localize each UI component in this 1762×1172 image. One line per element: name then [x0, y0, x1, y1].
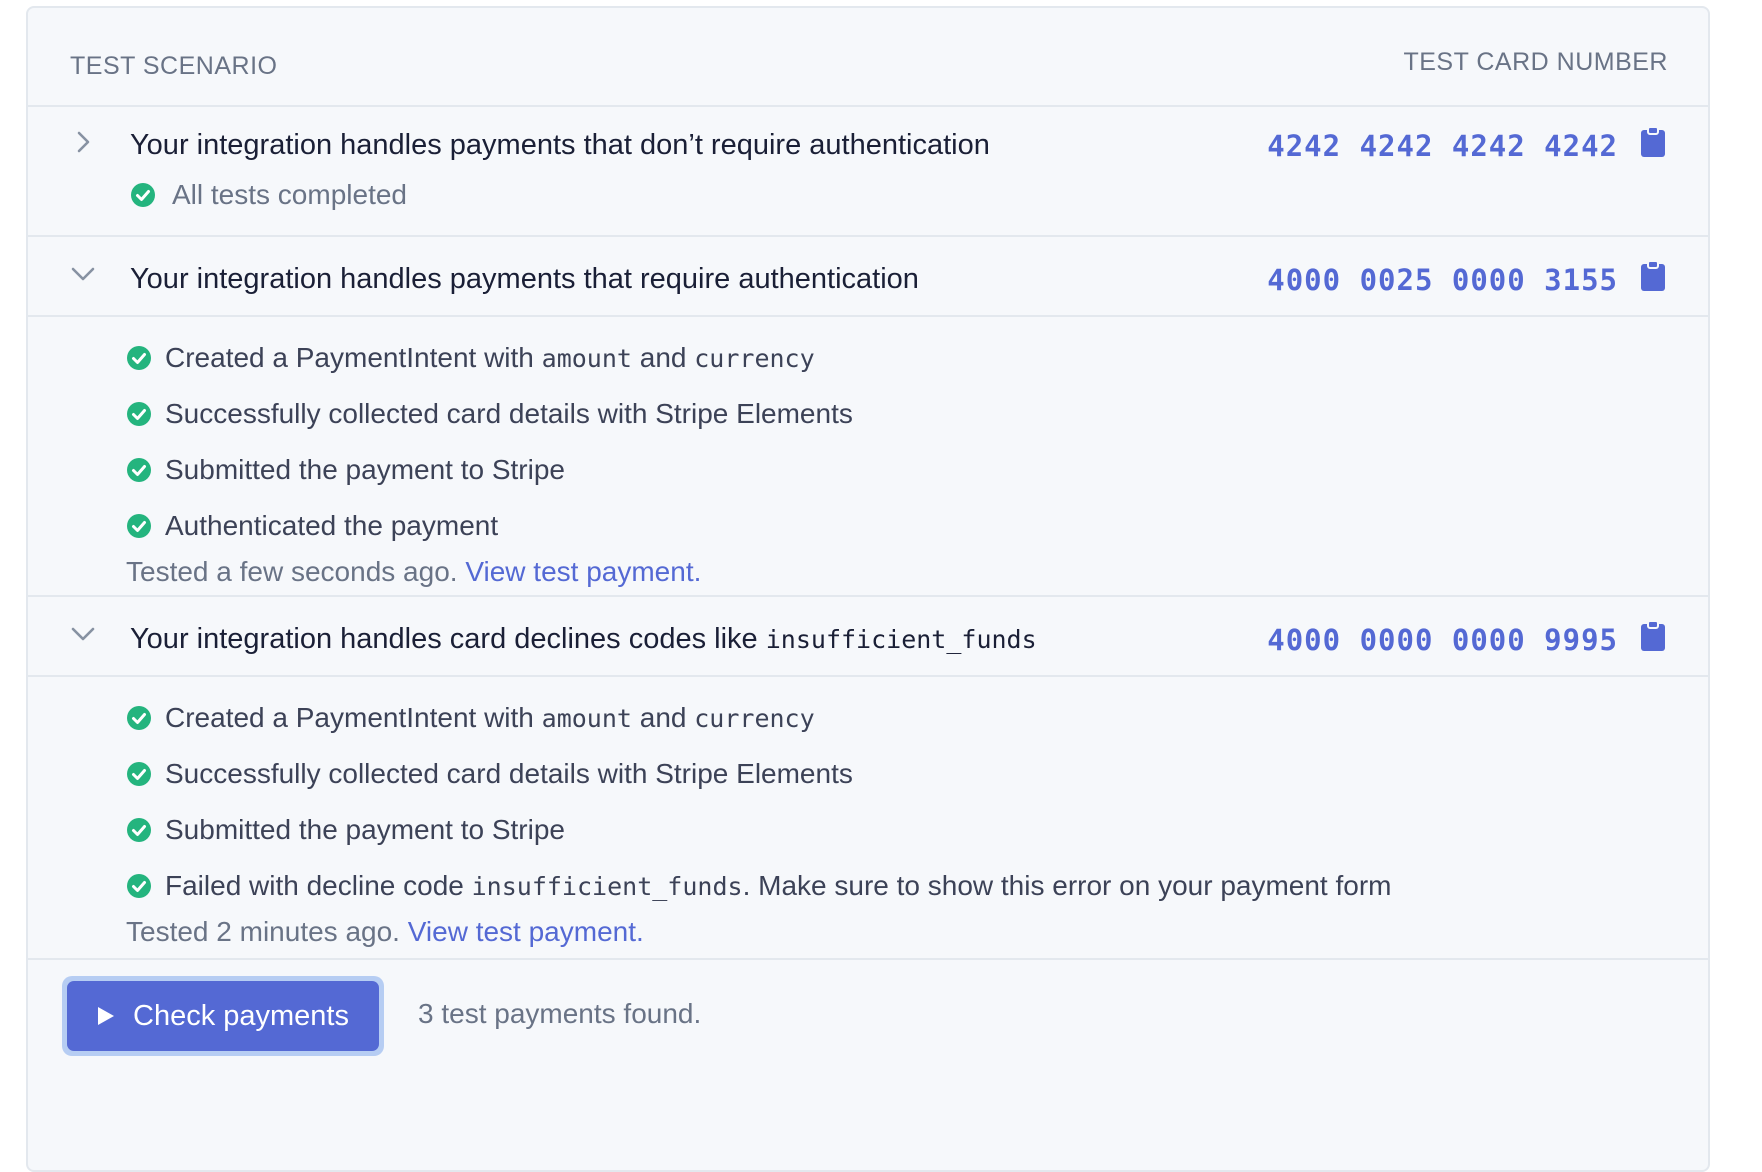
list-item: Created a PaymentIntent with amount and …: [126, 330, 1708, 386]
scenario-details: Created a PaymentIntent with amount and …: [28, 315, 1708, 595]
scenario-row-auth: Your integration handles payments that r…: [28, 237, 1708, 597]
status-line: All tests completed: [130, 179, 407, 211]
chevron-down-icon[interactable]: [70, 261, 96, 287]
list-item: Failed with decline code insufficient_fu…: [126, 858, 1708, 914]
list-item: Created a PaymentIntent with amount and …: [126, 690, 1708, 746]
chevron-right-icon[interactable]: [70, 129, 96, 155]
tested-line: Tested 2 minutes ago. View test payment.: [126, 916, 1708, 948]
scenario-row-declines: Your integration handles card declines c…: [28, 597, 1708, 960]
check-payments-button[interactable]: Check payments: [67, 981, 379, 1051]
check-circle-icon: [126, 817, 152, 843]
check-payments-focus-ring: Check payments: [62, 976, 384, 1056]
list-item: Successfully collected card details with…: [126, 386, 1708, 442]
step-text: Successfully collected card details with…: [165, 758, 853, 789]
step-text: and: [631, 702, 695, 733]
view-test-payment-link[interactable]: View test payment.: [465, 556, 701, 587]
scenario-title: Your integration handles payments that r…: [130, 263, 919, 295]
step-text: . Make sure to show this error on your p…: [742, 870, 1392, 901]
tested-time: Tested 2 minutes ago.: [126, 916, 400, 947]
step-text: Submitted the payment to Stripe: [165, 454, 565, 485]
list-item: Authenticated the payment: [126, 498, 1708, 554]
code-insufficient-funds: insufficient_funds: [471, 871, 743, 901]
check-circle-icon: [126, 873, 152, 899]
scenario-title-text: Your integration handles card declines c…: [130, 623, 766, 655]
clipboard-icon[interactable]: [1640, 620, 1666, 652]
code-amount: amount: [541, 703, 632, 733]
scenario-row-no-auth: Your integration handles payments that d…: [28, 107, 1708, 237]
step-text: Authenticated the payment: [165, 510, 499, 541]
code-currency: currency: [694, 703, 815, 733]
step-text: Successfully collected card details with…: [165, 398, 853, 429]
payments-found-text: 3 test payments found.: [418, 998, 702, 1029]
table-header: TEST SCENARIO TEST CARD NUMBER: [28, 8, 1708, 107]
test-card-number[interactable]: 4242 4242 4242 4242: [1267, 129, 1618, 163]
check-circle-icon: [126, 401, 152, 427]
scenario-row-header[interactable]: Your integration handles payments that r…: [28, 237, 1708, 315]
code-currency: currency: [694, 343, 815, 373]
check-circle-icon: [126, 705, 152, 731]
chevron-down-icon[interactable]: [70, 621, 96, 647]
play-icon: [98, 1007, 114, 1025]
code-amount: amount: [541, 343, 632, 373]
check-payments-label: Check payments: [133, 999, 349, 1032]
step-text: Failed with decline code: [165, 870, 472, 901]
test-card-number[interactable]: 4000 0025 0000 3155: [1267, 263, 1618, 297]
test-card-number[interactable]: 4000 0000 0000 9995: [1267, 623, 1618, 657]
list-item: Successfully collected card details with…: [126, 746, 1708, 802]
tested-line: Tested a few seconds ago. View test paym…: [126, 556, 1708, 588]
test-scenarios-panel: TEST SCENARIO TEST CARD NUMBER Your inte…: [26, 6, 1710, 1172]
list-item: Submitted the payment to Stripe: [126, 802, 1708, 858]
footer-bar: Check payments 3 test payments found.: [28, 960, 1708, 1070]
step-text: Submitted the payment to Stripe: [165, 814, 565, 845]
scenario-row-header[interactable]: Your integration handles payments that d…: [28, 107, 1708, 235]
tested-time: Tested a few seconds ago.: [126, 556, 458, 587]
list-item: Submitted the payment to Stripe: [126, 442, 1708, 498]
scenario-title: Your integration handles card declines c…: [130, 623, 1037, 656]
step-text: Created a PaymentIntent with: [165, 342, 542, 373]
check-circle-icon: [126, 345, 152, 371]
clipboard-icon[interactable]: [1640, 260, 1666, 292]
clipboard-icon[interactable]: [1640, 126, 1666, 158]
step-text: Created a PaymentIntent with: [165, 702, 542, 733]
scenario-title: Your integration handles payments that d…: [130, 129, 990, 161]
scenario-details: Created a PaymentIntent with amount and …: [28, 675, 1708, 958]
check-circle-icon: [126, 761, 152, 787]
check-circle-icon: [130, 182, 156, 208]
check-circle-icon: [126, 513, 152, 539]
view-test-payment-link[interactable]: View test payment.: [408, 916, 644, 947]
status-text: All tests completed: [172, 179, 407, 210]
column-header-test-card-number: TEST CARD NUMBER: [1403, 48, 1668, 76]
code-insufficient-funds: insufficient_funds: [765, 625, 1037, 654]
check-circle-icon: [126, 457, 152, 483]
scenario-row-header[interactable]: Your integration handles card declines c…: [28, 597, 1708, 675]
step-text: and: [631, 342, 695, 373]
column-header-test-scenario: TEST SCENARIO: [70, 52, 278, 80]
